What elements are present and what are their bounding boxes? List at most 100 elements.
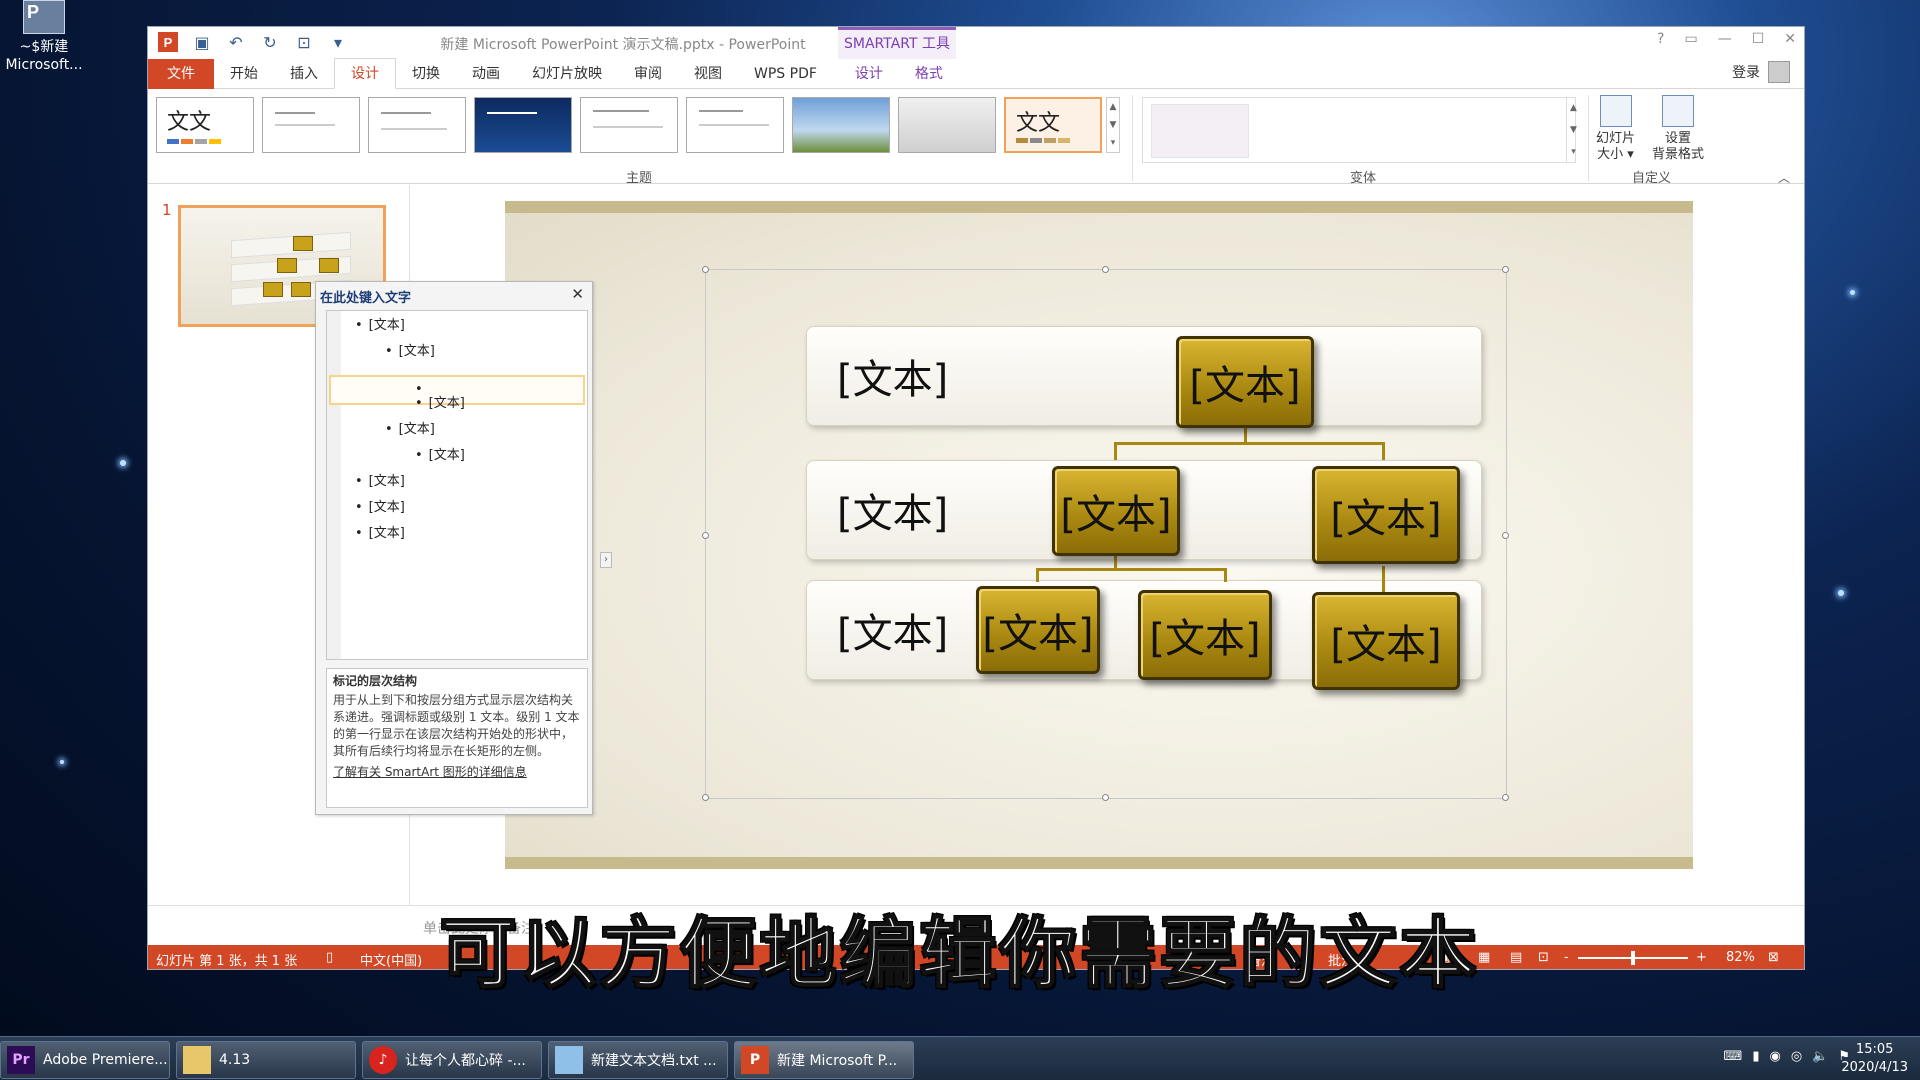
- start-slideshow-icon[interactable]: ⊡: [294, 32, 314, 52]
- tab-design[interactable]: 设计: [334, 58, 396, 89]
- undo-icon[interactable]: ↶: [226, 32, 246, 52]
- help-icon[interactable]: ?: [1657, 31, 1664, 47]
- resize-handle[interactable]: [1502, 266, 1509, 273]
- smartart-node[interactable]: [文本]: [1052, 466, 1180, 556]
- resize-handle[interactable]: [702, 532, 709, 539]
- list-item-level-1[interactable]: [文本]: [355, 495, 405, 521]
- connector-line: [1224, 568, 1227, 582]
- tab-review[interactable]: 审阅: [618, 59, 678, 89]
- avatar-icon[interactable]: [1768, 61, 1790, 83]
- network-icon[interactable]: ▮: [1752, 1049, 1759, 1064]
- resize-handle[interactable]: [1102, 266, 1109, 273]
- theme-4[interactable]: [474, 97, 572, 153]
- powerpoint-file-icon: P: [23, 0, 65, 34]
- desktop-icon-pptx[interactable]: P ~$新建 Microsoft...: [4, 0, 84, 74]
- tab-wps-pdf[interactable]: WPS PDF: [738, 59, 833, 89]
- slide[interactable]: [文本] [文本] [文本] [文本] [文本] [文本] [文本] [文本] …: [315, 201, 1693, 869]
- theme-6[interactable]: [686, 97, 784, 153]
- variant-gallery-scroll[interactable]: ▲ ▼ ▾: [1566, 97, 1580, 163]
- list-item-level-3[interactable]: [文本]: [415, 443, 465, 469]
- taskbar-item-premiere[interactable]: Pr Adobe Premiere...: [0, 1041, 170, 1079]
- tab-home[interactable]: 开始: [214, 59, 274, 89]
- taskbar-item-notepad[interactable]: 新建文本文档.txt ...: [548, 1041, 728, 1079]
- text-pane-list[interactable]: [文本] [文本] [文本] [文本] [文本] [文本] [文本] [文本]: [326, 310, 588, 660]
- powerpoint-logo-icon[interactable]: P: [158, 32, 178, 52]
- list-item-level-3[interactable]: [文本]: [415, 391, 465, 417]
- level-band-1[interactable]: [文本]: [806, 326, 1482, 426]
- smartart-graphic[interactable]: [文本] [文本] [文本] [文本] [文本] [文本] [文本] [文本] …: [702, 266, 1509, 801]
- list-item-level-1[interactable]: [文本]: [355, 469, 405, 495]
- taskbar-item-music[interactable]: ♪ 让每个人都心碎 -...: [362, 1041, 542, 1079]
- music-tray-icon[interactable]: ◎: [1791, 1049, 1802, 1064]
- video-subtitle: 可以方便地编辑你需要的文本: [439, 908, 1480, 999]
- window-controls: ? ▭ — ☐ ✕: [1657, 31, 1796, 47]
- app-tray-icon[interactable]: ◉: [1769, 1049, 1780, 1064]
- clock[interactable]: 15:05 2020/4/13: [1841, 1041, 1908, 1077]
- format-background-button[interactable]: 设置 背景格式: [1652, 95, 1704, 163]
- taskbar-item-powerpoint[interactable]: P 新建 Microsoft P...: [734, 1041, 914, 1079]
- smartart-node[interactable]: [文本]: [1138, 590, 1272, 680]
- taskbar-item-folder[interactable]: 4.13: [176, 1041, 356, 1079]
- slide-size-button[interactable]: 幻灯片 大小 ▾: [1596, 95, 1635, 163]
- connector-line: [1382, 442, 1385, 460]
- clock-time: 15:05: [1855, 1042, 1894, 1057]
- theme-selected[interactable]: 文文: [1004, 97, 1102, 153]
- editor-area: 1 [文本] [文本] [文本] [文本] [文本] [文本] [文本] [文本…: [148, 185, 1804, 905]
- list-item-level-1[interactable]: [文本]: [355, 521, 405, 547]
- tab-transitions[interactable]: 切换: [396, 59, 456, 89]
- thumb-band: [231, 231, 351, 259]
- variant-gallery: [1142, 97, 1576, 163]
- login-area[interactable]: 登录: [1732, 61, 1790, 83]
- list-item-level-1[interactable]: [文本]: [355, 313, 405, 339]
- tab-smartart-format[interactable]: 格式: [899, 59, 959, 89]
- theme-8[interactable]: [898, 97, 996, 153]
- notepad-icon: [555, 1046, 583, 1074]
- volume-icon[interactable]: 🔈: [1812, 1049, 1828, 1064]
- close-button[interactable]: ✕: [1784, 31, 1796, 47]
- theme-color-bars: [1016, 138, 1070, 143]
- resize-handle[interactable]: [1502, 794, 1509, 801]
- tab-animations[interactable]: 动画: [456, 59, 516, 89]
- title-bar: P ▣ ↶ ↻ ⊡ ▾ 新建 Microsoft PowerPoint 演示文稿…: [148, 27, 1804, 59]
- theme-3[interactable]: [368, 97, 466, 153]
- tab-view[interactable]: 视图: [678, 59, 738, 89]
- theme-7[interactable]: [792, 97, 890, 153]
- group-label-variant: 变体: [1350, 171, 1377, 186]
- resize-handle[interactable]: [1102, 794, 1109, 801]
- smartart-node[interactable]: [文本]: [1312, 466, 1460, 564]
- level-label: [文本]: [837, 357, 949, 403]
- close-icon[interactable]: ✕: [571, 285, 584, 303]
- list-item-level-2[interactable]: [文本]: [385, 339, 435, 365]
- customize-toolbar-icon[interactable]: ▾: [328, 32, 348, 52]
- maximize-button[interactable]: ☐: [1752, 31, 1765, 47]
- smartart-node[interactable]: [文本]: [1176, 336, 1314, 428]
- resize-handle[interactable]: [1502, 532, 1509, 539]
- premiere-icon: Pr: [7, 1046, 35, 1074]
- text-pane-toggle-icon[interactable]: ›: [600, 552, 612, 568]
- resize-handle[interactable]: [702, 794, 709, 801]
- thumb-node: [319, 258, 339, 273]
- theme-2[interactable]: [262, 97, 360, 153]
- save-icon[interactable]: ▣: [192, 32, 212, 52]
- login-link[interactable]: 登录: [1732, 62, 1760, 82]
- tab-insert[interactable]: 插入: [274, 59, 334, 89]
- ribbon-display-icon[interactable]: ▭: [1684, 31, 1697, 47]
- smartart-node[interactable]: [文本]: [1312, 592, 1460, 690]
- resize-handle[interactable]: [702, 266, 709, 273]
- theme-gallery-scroll[interactable]: ▲ ▼ ▾: [1106, 97, 1120, 153]
- minimize-button[interactable]: —: [1718, 31, 1732, 47]
- collapse-ribbon-icon[interactable]: ︿: [1778, 169, 1790, 186]
- tab-slideshow[interactable]: 幻灯片放映: [516, 59, 618, 89]
- keyboard-icon[interactable]: ⌨: [1724, 1049, 1743, 1064]
- group-divider: [1132, 95, 1133, 181]
- theme-office[interactable]: 文文: [156, 97, 254, 153]
- star-decoration: [1850, 290, 1855, 295]
- list-item-level-2[interactable]: [文本]: [385, 417, 435, 443]
- redo-icon[interactable]: ↻: [260, 32, 280, 52]
- learn-more-link[interactable]: 了解有关 SmartArt 图形的详细信息: [333, 764, 581, 781]
- smartart-node[interactable]: [文本]: [976, 586, 1100, 674]
- theme-5[interactable]: [580, 97, 678, 153]
- tab-smartart-design[interactable]: 设计: [839, 59, 899, 89]
- tab-file[interactable]: 文件: [148, 58, 214, 89]
- variant-1[interactable]: [1151, 104, 1249, 158]
